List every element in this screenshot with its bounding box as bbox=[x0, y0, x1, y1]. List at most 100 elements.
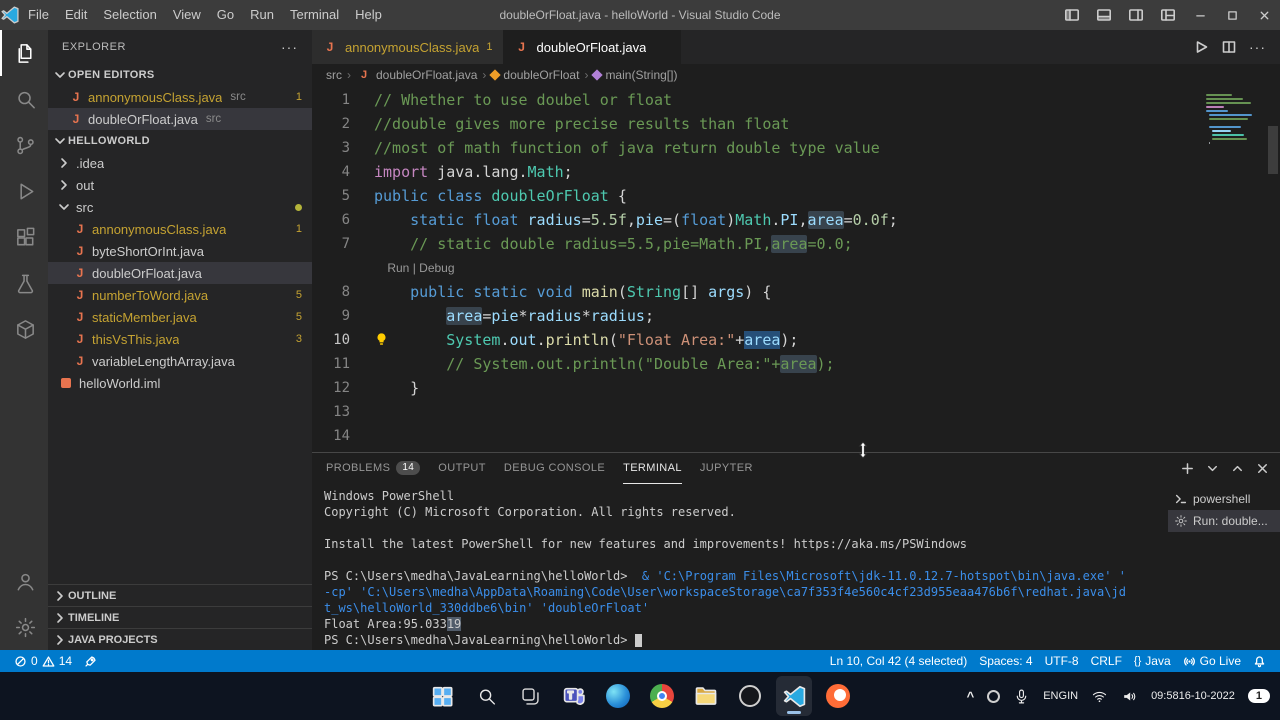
tree-item-annonymousClass.java[interactable]: JannonymousClass.java 1 bbox=[48, 218, 312, 240]
breadcrumb-doubleOrFloat[interactable]: doubleOrFloat bbox=[489, 68, 579, 82]
panel-tab-problems[interactable]: PROBLEMS 14 bbox=[326, 453, 421, 484]
breadcrumb-src[interactable]: src bbox=[326, 68, 342, 82]
close-editor-icon[interactable] bbox=[52, 89, 68, 105]
minimize-button[interactable] bbox=[1184, 0, 1216, 30]
menu-file[interactable]: File bbox=[20, 0, 57, 30]
notification-center-button[interactable]: 1 bbox=[1247, 689, 1270, 703]
editor-scrollbar[interactable] bbox=[1266, 86, 1280, 452]
code-line[interactable]: 11 // System.out.println("Double Area:"+… bbox=[312, 352, 1202, 376]
menu-terminal[interactable]: Terminal bbox=[282, 0, 347, 30]
menu-view[interactable]: View bbox=[165, 0, 209, 30]
tree-item-helloWorld.iml[interactable]: helloWorld.iml bbox=[48, 372, 312, 394]
maximize-panel-button[interactable] bbox=[1230, 461, 1245, 476]
code-line[interactable]: 13 bbox=[312, 400, 1202, 424]
tree-item-doubleOrFloat.java[interactable]: JdoubleOrFloat.java bbox=[48, 262, 312, 284]
menu-help[interactable]: Help bbox=[347, 0, 390, 30]
close-panel-button[interactable] bbox=[1255, 461, 1270, 476]
tree-item-src[interactable]: src bbox=[48, 196, 312, 218]
search-button[interactable] bbox=[0, 76, 48, 122]
more-actions-button[interactable]: ··· bbox=[1249, 39, 1266, 55]
testing-button[interactable] bbox=[0, 260, 48, 306]
terminal-picker-button[interactable] bbox=[1205, 461, 1220, 476]
code-line[interactable]: 8 public static void main(String[] args)… bbox=[312, 280, 1202, 304]
tree-item-variableLengthArray.java[interactable]: JvariableLengthArray.java bbox=[48, 350, 312, 372]
tray-status-button[interactable] bbox=[987, 689, 1001, 703]
run-and-debug-button[interactable] bbox=[0, 168, 48, 214]
explorer-more-actions-icon[interactable]: ··· bbox=[281, 39, 298, 55]
cursor-position-status[interactable]: Ln 10, Col 42 (4 selected) bbox=[824, 650, 973, 672]
toggle-secondary-sidebar-button[interactable] bbox=[1120, 0, 1152, 30]
lightbulb-icon[interactable] bbox=[374, 332, 389, 347]
code-line[interactable]: 5 public class doubleOrFloat { bbox=[312, 184, 1202, 208]
menu-selection[interactable]: Selection bbox=[95, 0, 164, 30]
encoding-status[interactable]: UTF-8 bbox=[1039, 650, 1085, 672]
panel-tab-output[interactable]: OUTPUT bbox=[438, 453, 486, 484]
settings-button[interactable] bbox=[0, 604, 48, 650]
code-line[interactable]: 3 //most of math function of java return … bbox=[312, 136, 1202, 160]
vscode-taskbar-button[interactable] bbox=[776, 676, 812, 716]
new-terminal-button[interactable] bbox=[1180, 461, 1195, 476]
eol-status[interactable]: CRLF bbox=[1085, 650, 1128, 672]
code-line[interactable]: 14 bbox=[312, 424, 1202, 448]
codelens-debug-link[interactable]: Debug bbox=[419, 261, 454, 275]
split-editor-button[interactable] bbox=[1221, 39, 1237, 55]
tree-item-thisVsThis.java[interactable]: JthisVsThis.java 3 bbox=[48, 328, 312, 350]
code-line[interactable]: 9 area=pie*radius*radius; bbox=[312, 304, 1202, 328]
tree-item-staticMember.java[interactable]: JstaticMember.java 5 bbox=[48, 306, 312, 328]
language-mode-status[interactable]: {} Java bbox=[1128, 650, 1177, 672]
dell-taskbar-button[interactable] bbox=[732, 676, 768, 716]
breadcrumb-doubleOrFloat.java[interactable]: JdoubleOrFloat.java bbox=[356, 68, 477, 82]
accounts-button[interactable] bbox=[0, 558, 48, 604]
panel-tab-debug-console[interactable]: DEBUG CONSOLE bbox=[504, 453, 605, 484]
source-control-button[interactable] bbox=[0, 122, 48, 168]
code-line[interactable]: 10 System.out.println("Float Area:"+area… bbox=[312, 328, 1202, 352]
close-tab-icon[interactable] bbox=[655, 40, 670, 55]
feedback-button[interactable] bbox=[78, 650, 103, 672]
go-live-status[interactable]: Go Live bbox=[1177, 650, 1247, 672]
toggle-panel-button[interactable] bbox=[1088, 0, 1120, 30]
tree-item-out[interactable]: out bbox=[48, 174, 312, 196]
code-line[interactable]: 2 //double gives more precise results tha… bbox=[312, 112, 1202, 136]
section-outline[interactable]: OUTLINE bbox=[48, 584, 312, 606]
clock-button[interactable]: 09:58 16-10-2022 bbox=[1151, 690, 1235, 703]
language-indicator[interactable]: ENG IN bbox=[1043, 690, 1078, 702]
tab-annonymousClass.java[interactable]: JannonymousClass.java 1 bbox=[312, 30, 504, 64]
open-editor-doubleOrFloat.java[interactable]: JdoubleOrFloat.java src bbox=[48, 108, 312, 130]
section-java-projects[interactable]: JAVA PROJECTS bbox=[48, 628, 312, 650]
postman-taskbar-button[interactable] bbox=[820, 676, 856, 716]
terminal-instance-powershell[interactable]: powershell bbox=[1168, 488, 1280, 510]
minimap[interactable] bbox=[1202, 86, 1266, 452]
menu-go[interactable]: Go bbox=[209, 0, 242, 30]
breadcrumb-main(String[])[interactable]: main(String[]) bbox=[591, 68, 677, 82]
containers-button[interactable] bbox=[0, 306, 48, 352]
tab-doubleOrFloat.java[interactable]: JdoubleOrFloat.java bbox=[503, 30, 682, 64]
explorer-button[interactable] bbox=[0, 30, 48, 76]
customize-layout-button[interactable] bbox=[1152, 0, 1184, 30]
problems-status[interactable]: 0 14 bbox=[8, 650, 78, 672]
panel-tab-terminal[interactable]: TERMINAL bbox=[623, 453, 682, 484]
code-line[interactable]: 1 // Whether to use doubel or float bbox=[312, 88, 1202, 112]
extensions-button[interactable] bbox=[0, 214, 48, 260]
open-editors-header[interactable]: OPEN EDITORS bbox=[48, 64, 312, 86]
panel-tab-jupyter[interactable]: JUPYTER bbox=[700, 453, 753, 484]
toggle-primary-sidebar-button[interactable] bbox=[1056, 0, 1088, 30]
tree-item-.idea[interactable]: .idea bbox=[48, 152, 312, 174]
file-explorer-taskbar-button[interactable] bbox=[688, 676, 724, 716]
tree-item-numberToWord.java[interactable]: JnumberToWord.java 5 bbox=[48, 284, 312, 306]
menu-run[interactable]: Run bbox=[242, 0, 282, 30]
code-line[interactable]: 7 // static double radius=5.5,pie=Math.P… bbox=[312, 232, 1202, 256]
search-taskbar-button[interactable] bbox=[468, 676, 504, 716]
open-editor-annonymousClass.java[interactable]: JannonymousClass.java src 1 bbox=[48, 86, 312, 108]
start-taskbar-button[interactable] bbox=[424, 676, 460, 716]
indentation-status[interactable]: Spaces: 4 bbox=[973, 650, 1038, 672]
show-hidden-icons-button[interactable]: ^ bbox=[967, 689, 975, 704]
terminal-output[interactable]: Windows PowerShell Copyright (C) Microsof… bbox=[312, 484, 1168, 650]
workspace-folder-header[interactable]: HELLOWORLD bbox=[48, 130, 312, 152]
code-line[interactable]: 12 } bbox=[312, 376, 1202, 400]
network-tray-button[interactable] bbox=[1091, 688, 1108, 705]
task-view-taskbar-button[interactable] bbox=[512, 676, 548, 716]
maximize-button[interactable] bbox=[1216, 0, 1248, 30]
tree-item-byteShortOrInt.java[interactable]: JbyteShortOrInt.java bbox=[48, 240, 312, 262]
terminal-instance-run-double-[interactable]: Run: double... bbox=[1168, 510, 1280, 532]
close-editor-icon[interactable] bbox=[52, 111, 68, 127]
